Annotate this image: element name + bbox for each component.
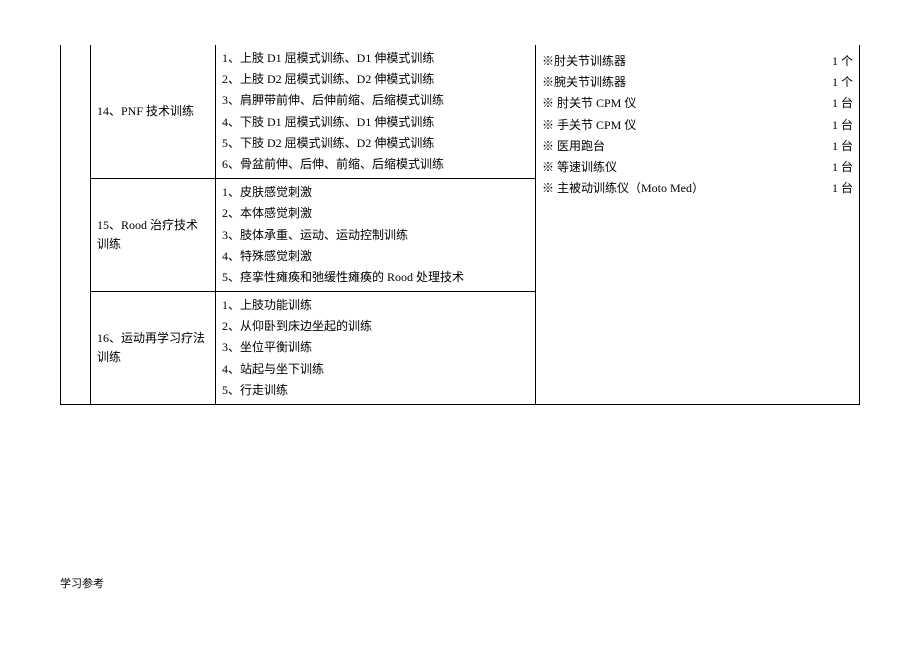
equipment-label: ※ 主被动训练仪（Moto Med） [542, 179, 704, 198]
equipment-item: ※ 肘关节 CPM 仪 1 台 [542, 93, 853, 114]
item-text: 1、皮肤感觉刺激 [222, 182, 529, 203]
item-text: 4、特殊感觉刺激 [222, 246, 529, 267]
equipment-item: ※ 手关节 CPM 仪 1 台 [542, 115, 853, 136]
item-text: 2、从仰卧到床边坐起的训练 [222, 316, 529, 337]
item-text: 3、肢体承重、运动、运动控制训练 [222, 225, 529, 246]
equipment-item: ※腕关节训练器 1 个 [542, 72, 853, 93]
equipment-qty: 1 台 [820, 116, 853, 135]
item-text: 4、站起与坐下训练 [222, 359, 529, 380]
equipment-item: ※ 主被动训练仪（Moto Med） 1 台 [542, 178, 853, 199]
item-text: 2、上肢 D2 屈模式训练、D2 伸模式训练 [222, 69, 529, 90]
item-text: 3、坐位平衡训练 [222, 337, 529, 358]
equipment-qty: 1 个 [820, 73, 853, 92]
row-label: 14、PNF 技术训练 [91, 45, 216, 179]
item-text: 1、上肢功能训练 [222, 295, 529, 316]
item-text: 6、骨盆前伸、后伸、前缩、后缩模式训练 [222, 154, 529, 175]
equipment-cell: ※肘关节训练器 1 个 ※腕关节训练器 1 个 ※ 肘关节 CPM 仪 1 台 ※ 手… [536, 45, 860, 405]
equipment-item: ※ 医用跑台 1 台 [542, 136, 853, 157]
row-label: 15、Rood 治疗技术训练 [91, 179, 216, 292]
item-text: 4、下肢 D1 屈模式训练、D1 伸模式训练 [222, 112, 529, 133]
equipment-qty: 1 台 [820, 179, 853, 198]
equipment-item: ※肘关节训练器 1 个 [542, 51, 853, 72]
item-text: 5、行走训练 [222, 380, 529, 401]
row-label: 16、运动再学习疗法训练 [91, 292, 216, 405]
equipment-label: ※腕关节训练器 [542, 73, 626, 92]
equipment-qty: 1 台 [820, 137, 853, 156]
row-items: 1、上肢功能训练 2、从仰卧到床边坐起的训练 3、坐位平衡训练 4、站起与坐下训… [216, 292, 536, 405]
item-text: 3、肩胛带前伸、后伸前缩、后缩模式训练 [222, 90, 529, 111]
training-table: 14、PNF 技术训练 1、上肢 D1 屈模式训练、D1 伸模式训练 2、上肢 … [60, 45, 860, 405]
equipment-qty: 1 台 [820, 158, 853, 177]
item-text: 2、本体感觉刺激 [222, 203, 529, 224]
equipment-label: ※肘关节训练器 [542, 52, 626, 71]
row-items: 1、皮肤感觉刺激 2、本体感觉刺激 3、肢体承重、运动、运动控制训练 4、特殊感… [216, 179, 536, 292]
equipment-label: ※ 医用跑台 [542, 137, 605, 156]
equipment-qty: 1 个 [820, 52, 853, 71]
equipment-label: ※ 手关节 CPM 仪 [542, 116, 636, 135]
row-items: 1、上肢 D1 屈模式训练、D1 伸模式训练 2、上肢 D2 屈模式训练、D2 … [216, 45, 536, 179]
equipment-label: ※ 肘关节 CPM 仪 [542, 94, 636, 113]
item-text: 5、下肢 D2 屈模式训练、D2 伸模式训练 [222, 133, 529, 154]
item-text: 5、痉挛性瘫痪和弛缓性瘫痪的 Rood 处理技术 [222, 267, 529, 288]
table-row: 14、PNF 技术训练 1、上肢 D1 屈模式训练、D1 伸模式训练 2、上肢 … [61, 45, 860, 179]
equipment-item: ※ 等速训练仪 1 台 [542, 157, 853, 178]
page-footer: 学习参考 [60, 575, 104, 591]
equipment-qty: 1 台 [820, 94, 853, 113]
item-text: 1、上肢 D1 屈模式训练、D1 伸模式训练 [222, 48, 529, 69]
equipment-label: ※ 等速训练仪 [542, 158, 617, 177]
merged-blank-cell [61, 45, 91, 405]
